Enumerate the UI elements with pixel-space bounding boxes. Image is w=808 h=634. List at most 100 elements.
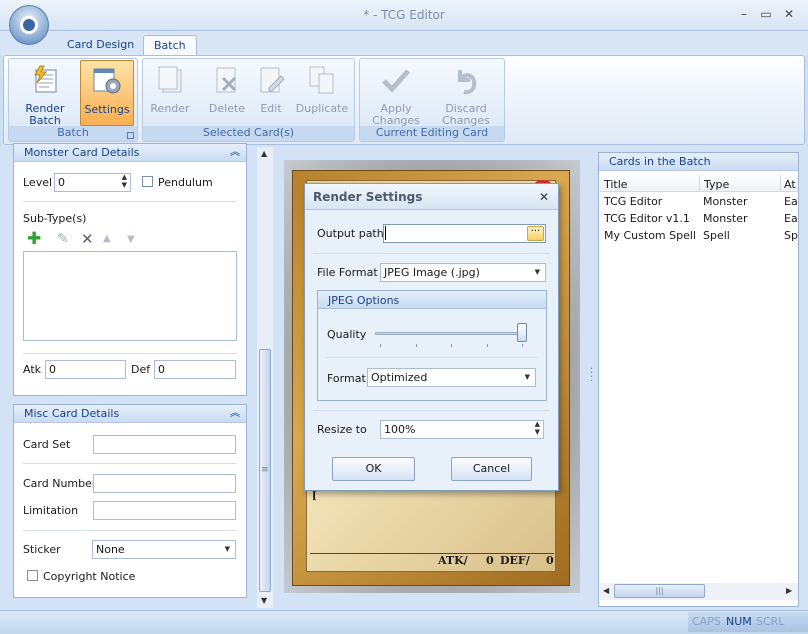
render-batch-icon bbox=[34, 65, 57, 93]
card-bracket: [ bbox=[312, 491, 317, 502]
sticker-select[interactable]: None ▼ bbox=[92, 540, 236, 559]
cell-title: TCG Editor v1.1 bbox=[604, 212, 690, 225]
apply-icon bbox=[382, 69, 410, 93]
atk-input[interactable]: 0 bbox=[45, 360, 126, 379]
render-batch-label: Render Batch bbox=[25, 102, 65, 127]
column-divider[interactable] bbox=[699, 175, 700, 191]
move-down-icon[interactable]: ▼ bbox=[127, 234, 135, 245]
card-number-label: Card Number bbox=[23, 477, 97, 490]
cell-title: My Custom Spell bbox=[604, 229, 696, 242]
jpeg-options-title: JPEG Options bbox=[328, 294, 400, 307]
render-button[interactable]: Render bbox=[142, 60, 198, 126]
dialog-title: Render Settings bbox=[313, 190, 423, 204]
add-icon[interactable]: ✚ bbox=[27, 231, 41, 248]
window-title: * - TCG Editor bbox=[363, 8, 445, 22]
quality-label: Quality bbox=[327, 328, 367, 341]
apply-changes-button[interactable]: Apply Changes bbox=[368, 60, 424, 127]
column-divider[interactable] bbox=[780, 175, 781, 191]
scroll-thumb[interactable]: ||| bbox=[614, 584, 705, 598]
tab-card-design[interactable]: Card Design bbox=[57, 35, 144, 56]
move-up-icon[interactable]: ▲ bbox=[103, 233, 111, 244]
divider bbox=[23, 530, 237, 531]
output-path-input[interactable] bbox=[383, 224, 546, 243]
output-path-label: Output path bbox=[317, 227, 384, 240]
tick bbox=[487, 344, 488, 347]
card-set-input[interactable] bbox=[93, 435, 236, 454]
table-row[interactable]: TCG Editor v1.1 Monster Ea bbox=[600, 210, 798, 227]
scroll-left-icon[interactable]: ◀ bbox=[603, 586, 609, 595]
tab-batch[interactable]: Batch bbox=[143, 35, 197, 56]
spinner-arrows-icon[interactable]: ▲ ▼ bbox=[122, 173, 127, 189]
divider bbox=[313, 253, 550, 254]
pendulum-checkbox[interactable] bbox=[142, 176, 153, 187]
render-icon bbox=[158, 66, 182, 93]
resize-label: Resize to bbox=[317, 423, 367, 436]
cell-title: TCG Editor bbox=[604, 195, 663, 208]
quality-slider-track[interactable] bbox=[375, 332, 527, 335]
quality-slider-thumb[interactable] bbox=[517, 323, 527, 342]
collapse-icon[interactable]: ︽ bbox=[230, 144, 240, 161]
column-type[interactable]: Type bbox=[704, 178, 729, 191]
discard-changes-label: Discard Changes bbox=[442, 102, 490, 127]
edit-button[interactable]: Edit bbox=[243, 60, 299, 126]
subtype-list[interactable] bbox=[23, 251, 237, 341]
tick bbox=[416, 344, 417, 347]
cancel-button[interactable]: Cancel bbox=[451, 457, 532, 481]
ok-button[interactable]: OK bbox=[332, 457, 415, 481]
table-row[interactable]: TCG Editor Monster Ea bbox=[600, 193, 798, 210]
def-input[interactable]: 0 bbox=[154, 360, 236, 379]
render-label: Render bbox=[150, 102, 190, 115]
pencil-icon[interactable]: ✎ bbox=[57, 231, 69, 247]
cell-type: Monster bbox=[703, 195, 748, 208]
column-title[interactable]: Title bbox=[604, 178, 628, 191]
def-label: Def bbox=[131, 363, 151, 376]
scroll-right-icon[interactable]: ▶ bbox=[786, 586, 792, 595]
file-format-select[interactable]: JPEG Image (.jpg) ▼ bbox=[380, 263, 546, 282]
jpeg-format-select[interactable]: Optimized ▼ bbox=[367, 368, 536, 387]
splitter-grip-icon[interactable]: · · · · bbox=[590, 365, 593, 387]
table-row[interactable]: My Custom Spell Spell Sp bbox=[600, 227, 798, 244]
maximize-button[interactable]: ▭ bbox=[757, 6, 775, 22]
panel-header: Cards in the Batch bbox=[599, 153, 798, 171]
caps-indicator: CAPS bbox=[692, 615, 721, 628]
dialog-launcher-icon[interactable] bbox=[127, 132, 134, 139]
limitation-label: Limitation bbox=[23, 504, 79, 517]
render-batch-button[interactable]: Render Batch bbox=[17, 60, 73, 127]
resize-spinner[interactable]: 100% ▲ ▼ bbox=[380, 420, 544, 439]
chevron-down-icon: ▼ bbox=[224, 545, 230, 553]
duplicate-button[interactable]: Duplicate bbox=[294, 60, 350, 126]
cell-attribute: Sp bbox=[784, 229, 798, 242]
spinner-arrows-icon[interactable]: ▲ ▼ bbox=[535, 420, 540, 436]
delete-icon bbox=[216, 67, 237, 93]
collapse-icon[interactable]: ︽ bbox=[230, 405, 240, 422]
settings-button[interactable]: Settings bbox=[80, 60, 134, 126]
divider bbox=[23, 463, 237, 464]
remove-icon[interactable]: ✕ bbox=[81, 230, 94, 248]
panel-header[interactable]: Misc Card Details ︽ bbox=[14, 405, 246, 423]
app-orb-icon[interactable] bbox=[9, 5, 49, 45]
scroll-down-icon[interactable]: ▼ bbox=[261, 596, 267, 605]
close-button[interactable]: ✕ bbox=[780, 6, 798, 22]
tick bbox=[451, 344, 452, 347]
divider bbox=[23, 353, 237, 354]
discard-changes-button[interactable]: Discard Changes bbox=[437, 60, 495, 127]
scrl-indicator: SCRL bbox=[756, 615, 785, 628]
copyright-checkbox[interactable] bbox=[27, 570, 38, 581]
cell-attribute: Ea bbox=[784, 195, 798, 208]
def-text: DEF/ bbox=[500, 554, 530, 567]
file-format-label: File Format bbox=[317, 266, 378, 279]
panel-header[interactable]: Monster Card Details ︽ bbox=[14, 144, 246, 162]
grip-icon: ≡ bbox=[261, 465, 269, 475]
tick bbox=[522, 344, 523, 347]
close-icon[interactable]: ✕ bbox=[539, 190, 549, 204]
scroll-up-icon[interactable]: ▲ bbox=[261, 149, 267, 158]
ellipsis-icon[interactable]: ··· bbox=[527, 226, 544, 241]
copyright-label: Copyright Notice bbox=[43, 570, 136, 583]
minimize-button[interactable]: – bbox=[735, 6, 753, 22]
card-number-input[interactable] bbox=[93, 474, 236, 493]
level-spinner[interactable]: 0 ▲ ▼ bbox=[54, 173, 131, 192]
chevron-down-icon: ▼ bbox=[524, 373, 530, 381]
limitation-input[interactable] bbox=[93, 501, 236, 520]
column-attribute[interactable]: At bbox=[784, 178, 798, 191]
apply-changes-label: Apply Changes bbox=[372, 102, 420, 127]
